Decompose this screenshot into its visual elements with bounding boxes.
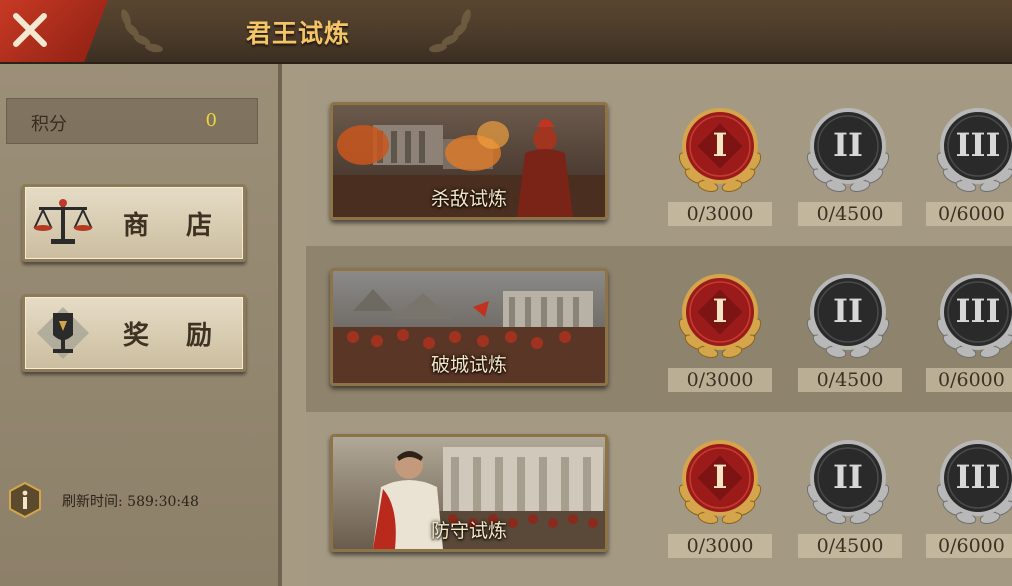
shop-label: 商 店: [123, 211, 227, 241]
medal-defense-tier-2[interactable]: II: [804, 438, 892, 528]
medal-siege-tier-2[interactable]: II: [804, 272, 892, 362]
medal-numeral: I: [712, 126, 728, 164]
trial-banner-defense[interactable]: 防守试炼: [330, 434, 608, 552]
info-icon[interactable]: [8, 482, 42, 518]
page-title: 君王试炼: [246, 19, 351, 48]
trial-name-kill: 杀敌试炼: [430, 188, 507, 210]
medal-kill-tier-3[interactable]: III: [934, 106, 1012, 196]
score-value: 0: [205, 110, 217, 131]
trial-name-defense: 防守试炼: [430, 520, 507, 542]
medal-siege-tier-1[interactable]: I: [676, 272, 764, 362]
shop-button[interactable]: 商 店: [22, 184, 246, 262]
reward-label: 奖 励: [123, 321, 227, 351]
score-box: 积分 0: [6, 98, 258, 144]
progress-kill-tier-1: 0/3000: [668, 202, 772, 226]
trophy-shield-icon: [37, 307, 89, 359]
trial-banner-kill[interactable]: 杀敌试炼: [330, 102, 608, 220]
progress-defense-tier-1: 0/3000: [668, 534, 772, 558]
medal-numeral: II: [833, 458, 863, 496]
close-button[interactable]: [0, 0, 108, 62]
medal-defense-tier-1[interactable]: I: [676, 438, 764, 528]
progress-kill-tier-3: 0/6000: [926, 202, 1012, 226]
progress-siege-tier-1: 0/3000: [668, 368, 772, 392]
scales-icon: [33, 199, 93, 244]
medal-numeral: II: [833, 292, 863, 330]
trial-row-defense: 防守试炼 I 0/3000 II 0/4500 III 0/6000: [306, 412, 1012, 586]
medal-numeral: III: [955, 292, 1001, 330]
medal-numeral: III: [955, 458, 1001, 496]
trial-row-siege: 破城试炼 I 0/3000 II 0/4500 III 0/6000: [306, 246, 1012, 412]
medal-kill-tier-1[interactable]: I: [676, 106, 764, 196]
progress-defense-tier-2: 0/4500: [798, 534, 902, 558]
medal-defense-tier-3[interactable]: III: [934, 438, 1012, 528]
medal-numeral: II: [833, 126, 863, 164]
trial-row-kill: 杀敌试炼 I 0/3000 II 0/4500 III 0/6000: [306, 80, 1012, 246]
top-bar: 君王试炼: [0, 0, 1012, 64]
medal-numeral: I: [712, 458, 728, 496]
progress-siege-tier-2: 0/4500: [798, 368, 902, 392]
medal-kill-tier-2[interactable]: II: [804, 106, 892, 196]
medal-siege-tier-3[interactable]: III: [934, 272, 1012, 362]
trial-name-siege: 破城试炼: [430, 354, 507, 376]
right-laurel-icon: [429, 9, 471, 53]
refresh-timer: 刷新时间: 589:30:48: [62, 494, 199, 510]
medal-numeral: I: [712, 292, 728, 330]
score-label: 积分: [31, 114, 67, 135]
progress-siege-tier-3: 0/6000: [926, 368, 1012, 392]
medal-numeral: III: [955, 126, 1001, 164]
progress-kill-tier-2: 0/4500: [798, 202, 902, 226]
left-laurel-icon: [121, 9, 163, 53]
close-icon: [13, 13, 47, 47]
trial-banner-siege[interactable]: 破城试炼: [330, 268, 608, 386]
progress-defense-tier-3: 0/6000: [926, 534, 1012, 558]
reward-button[interactable]: 奖 励: [22, 294, 246, 372]
